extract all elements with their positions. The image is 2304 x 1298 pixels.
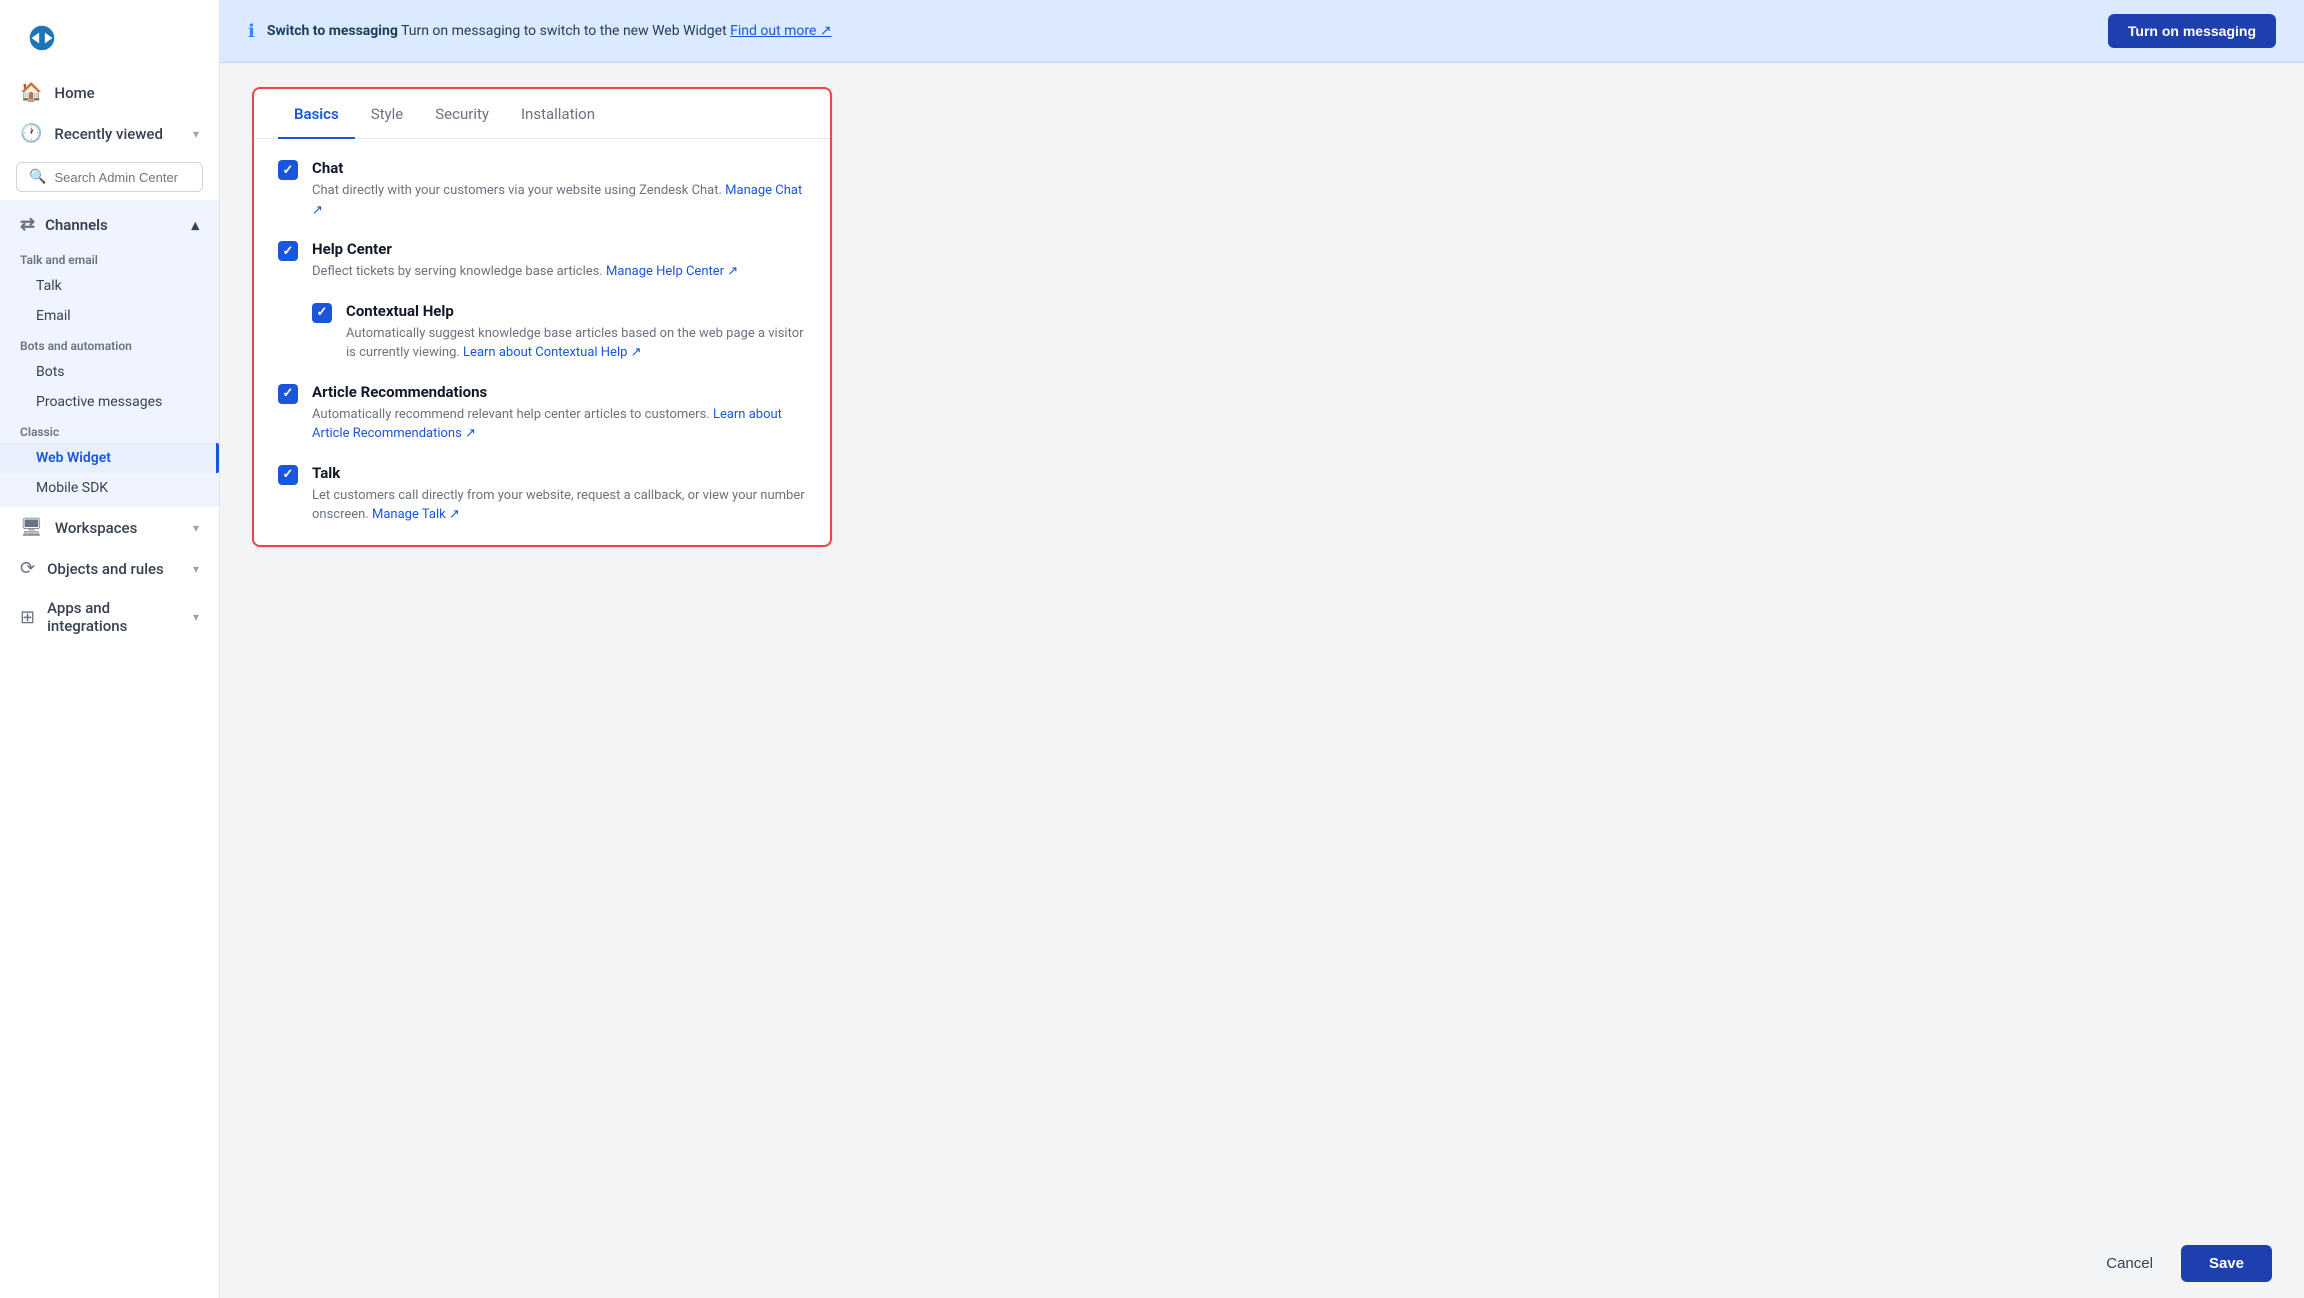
- setting-article-recommendations-title: Article Recommendations: [312, 383, 806, 401]
- logo: [0, 0, 219, 72]
- sidebar-item-objects-rules[interactable]: ⟳ Objects and rules ▾: [0, 548, 219, 589]
- chevron-down-icon-objects: ▾: [193, 562, 199, 576]
- main-content: ℹ Switch to messaging Turn on messaging …: [220, 0, 2304, 1298]
- channels-label: Channels: [45, 216, 108, 234]
- home-icon: 🏠: [20, 82, 42, 103]
- setting-contextual-help: Contextual Help Automatically suggest kn…: [278, 302, 806, 363]
- turn-on-messaging-button[interactable]: Turn on messaging: [2108, 14, 2276, 48]
- objects-rules-icon: ⟳: [20, 558, 35, 579]
- sidebar-item-talk[interactable]: Talk: [0, 271, 219, 301]
- sidebar-item-recently-viewed[interactable]: 🕐 Recently viewed ▾: [0, 113, 219, 154]
- sidebar-home-label: Home: [54, 84, 94, 102]
- sidebar-item-home[interactable]: 🏠 Home: [0, 72, 219, 113]
- setting-help-center-desc: Deflect tickets by serving knowledge bas…: [312, 262, 806, 282]
- checkbox-talk[interactable]: [278, 465, 298, 485]
- setting-talk-desc: Let customers call directly from your we…: [312, 486, 806, 525]
- learn-contextual-help-link[interactable]: Learn about Contextual Help ↗: [463, 345, 641, 360]
- chevron-down-icon-workspaces: ▾: [193, 521, 199, 535]
- chevron-up-icon: ▴: [191, 216, 199, 234]
- channels-icon: ⇄: [20, 214, 35, 235]
- learn-article-recommendations-link[interactable]: Learn about Article Recommendations ↗: [312, 407, 782, 442]
- save-button[interactable]: Save: [2181, 1245, 2272, 1282]
- tab-style[interactable]: Style: [355, 89, 420, 139]
- messaging-banner: ℹ Switch to messaging Turn on messaging …: [220, 0, 2304, 63]
- setting-chat-desc: Chat directly with your customers via yo…: [312, 181, 806, 220]
- channels-section: ⇄ Channels ▴ Talk and email Talk Email B…: [0, 200, 219, 507]
- setting-article-recommendations-content: Article Recommendations Automatically re…: [312, 383, 806, 444]
- info-icon: ℹ: [248, 21, 255, 42]
- checkbox-article-recommendations[interactable]: [278, 384, 298, 404]
- sidebar-item-proactive-messages[interactable]: Proactive messages: [0, 387, 219, 417]
- manage-chat-link[interactable]: Manage Chat ↗: [312, 183, 802, 218]
- banner-text: Switch to messaging Turn on messaging to…: [267, 23, 2096, 39]
- search-input[interactable]: [54, 170, 190, 185]
- tab-installation[interactable]: Installation: [505, 89, 611, 139]
- footer-bar: Cancel Save: [220, 1229, 2304, 1298]
- setting-chat-content: Chat Chat directly with your customers v…: [312, 159, 806, 220]
- settings-list: Chat Chat directly with your customers v…: [254, 139, 830, 545]
- setting-contextual-help-desc: Automatically suggest knowledge base art…: [346, 324, 806, 363]
- workspaces-icon: 🖥: [20, 517, 43, 538]
- checkbox-chat[interactable]: [278, 160, 298, 180]
- clock-icon: 🕐: [20, 123, 42, 144]
- setting-talk-content: Talk Let customers call directly from yo…: [312, 464, 806, 525]
- sidebar-item-channels[interactable]: ⇄ Channels ▴: [0, 204, 219, 245]
- setting-talk: Talk Let customers call directly from yo…: [278, 464, 806, 525]
- tab-basics[interactable]: Basics: [278, 89, 355, 139]
- sidebar-item-bots[interactable]: Bots: [0, 357, 219, 387]
- talk-email-section: Talk and email: [0, 245, 219, 271]
- sidebar-item-workspaces[interactable]: 🖥 Workspaces ▾: [0, 507, 219, 548]
- web-widget-card: Basics Style Security Installation Chat …: [252, 87, 832, 547]
- sidebar-item-web-widget[interactable]: Web Widget: [0, 443, 219, 473]
- search-box[interactable]: 🔍: [16, 162, 203, 192]
- chevron-down-icon: ▾: [193, 127, 199, 141]
- setting-help-center: Help Center Deflect tickets by serving k…: [278, 240, 806, 282]
- setting-chat-title: Chat: [312, 159, 806, 177]
- chevron-down-icon-apps: ▾: [193, 610, 199, 624]
- banner-description: Turn on messaging to switch to the new W…: [401, 23, 730, 39]
- setting-talk-title: Talk: [312, 464, 806, 482]
- search-icon: 🔍: [29, 169, 46, 185]
- content-area: Basics Style Security Installation Chat …: [220, 63, 2304, 1229]
- manage-talk-link[interactable]: Manage Talk ↗: [372, 507, 460, 522]
- tabs-bar: Basics Style Security Installation: [254, 89, 830, 139]
- objects-rules-label: Objects and rules: [47, 560, 164, 578]
- checkbox-help-center[interactable]: [278, 241, 298, 261]
- banner-link[interactable]: Find out more ↗: [730, 23, 832, 39]
- cancel-button[interactable]: Cancel: [2090, 1247, 2169, 1280]
- workspaces-label: Workspaces: [55, 519, 137, 537]
- bots-automation-section: Bots and automation: [0, 331, 219, 357]
- apps-icon: ⊞: [20, 607, 35, 628]
- setting-contextual-help-title: Contextual Help: [346, 302, 806, 320]
- setting-help-center-title: Help Center: [312, 240, 806, 258]
- apps-integrations-label: Apps and integrations: [47, 599, 181, 635]
- classic-section: Classic: [0, 417, 219, 443]
- setting-help-center-content: Help Center Deflect tickets by serving k…: [312, 240, 806, 282]
- sidebar: 🏠 Home 🕐 Recently viewed ▾ 🔍 ⇄ Channels …: [0, 0, 220, 1298]
- setting-article-recommendations-desc: Automatically recommend relevant help ce…: [312, 405, 806, 444]
- setting-article-recommendations: Article Recommendations Automatically re…: [278, 383, 806, 444]
- sidebar-item-mobile-sdk[interactable]: Mobile SDK: [0, 473, 219, 503]
- sidebar-recently-viewed-label: Recently viewed: [54, 125, 163, 143]
- sidebar-item-email[interactable]: Email: [0, 301, 219, 331]
- sidebar-item-apps-integrations[interactable]: ⊞ Apps and integrations ▾: [0, 589, 219, 645]
- setting-contextual-help-content: Contextual Help Automatically suggest kn…: [346, 302, 806, 363]
- manage-help-center-link[interactable]: Manage Help Center ↗: [606, 264, 738, 279]
- tab-security[interactable]: Security: [419, 89, 505, 139]
- checkbox-contextual-help[interactable]: [312, 303, 332, 323]
- banner-title: Switch to messaging: [267, 23, 398, 39]
- setting-chat: Chat Chat directly with your customers v…: [278, 159, 806, 220]
